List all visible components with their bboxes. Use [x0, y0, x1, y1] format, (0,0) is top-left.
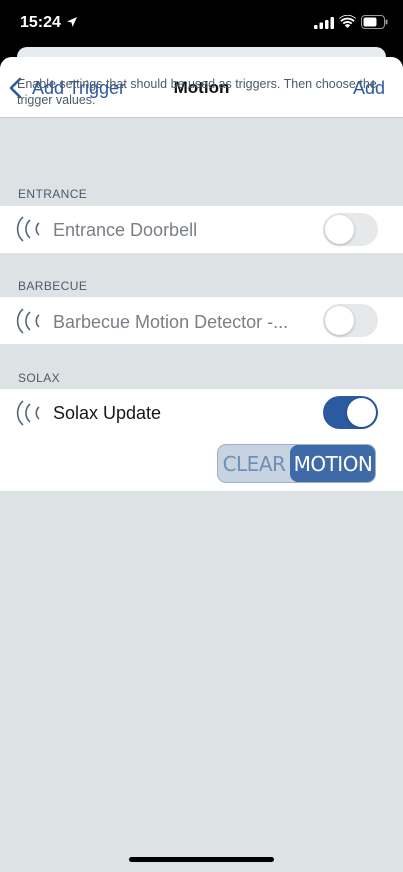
- list-item-label: Barbecue Motion Detector -...: [53, 312, 289, 332]
- battery-icon: [361, 15, 388, 29]
- barbecue-motion-toggle[interactable]: [323, 304, 378, 337]
- status-time: 15:24: [20, 14, 61, 31]
- solax-update-toggle[interactable]: [323, 396, 378, 429]
- motion-wave-icon: [16, 216, 40, 242]
- location-arrow-icon: [67, 17, 77, 27]
- motion-wave-icon: [16, 308, 40, 334]
- list-item-label: Entrance Doorbell: [53, 220, 198, 240]
- toggle-knob: [325, 306, 354, 335]
- home-indicator[interactable]: [129, 857, 274, 862]
- toggle-knob: [347, 398, 376, 427]
- intro-text: Enable settings that should be used as t…: [17, 77, 377, 107]
- segment-clear[interactable]: CLEAR: [218, 445, 290, 482]
- list-item-entrance: Entrance Doorbell: [0, 206, 403, 253]
- wifi-icon: [339, 15, 356, 28]
- section-header-barbecue: BARBECUE: [18, 279, 88, 293]
- section-header-entrance: ENTRANCE: [18, 187, 88, 201]
- section-header-solax: SOLAX: [18, 371, 61, 385]
- entrance-doorbell-toggle[interactable]: [323, 213, 378, 246]
- toggle-knob: [325, 215, 354, 244]
- segment-motion[interactable]: MOTION: [290, 445, 375, 482]
- motion-wave-icon: [16, 400, 40, 426]
- status-bar: 15:24: [0, 0, 403, 48]
- signal-icon: [314, 17, 334, 29]
- list-item-barbecue: Barbecue Motion Detector -...: [0, 297, 403, 344]
- list-item-label: Solax Update: [53, 403, 162, 423]
- trigger-value-segmented-control: CLEAR MOTION: [217, 444, 376, 483]
